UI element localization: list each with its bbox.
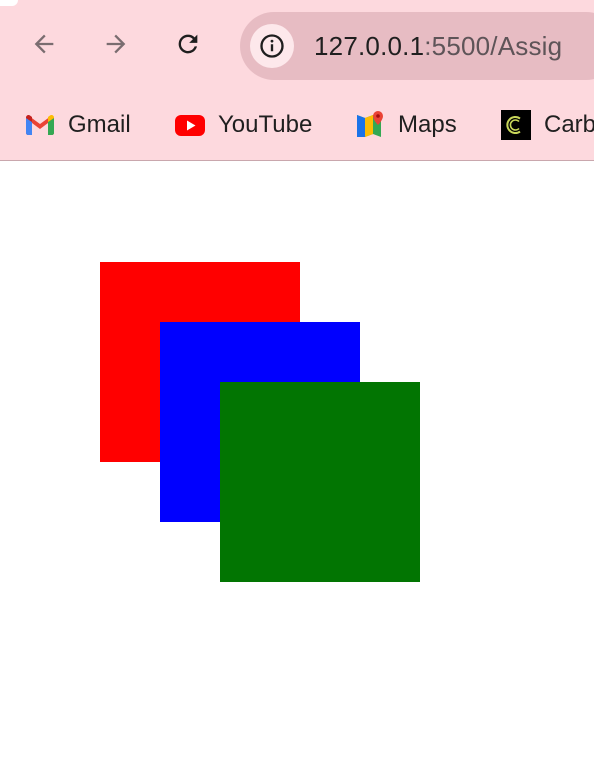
youtube-icon — [174, 109, 206, 141]
address-bar[interactable]: 127.0.0.1:5500/Assig — [240, 12, 594, 80]
url-path: :5500/Assig — [424, 31, 563, 61]
bookmark-label: YouTube — [218, 111, 313, 138]
bookmarks-bar: Gmail YouTube Maps Carb — [0, 100, 594, 150]
bookmark-youtube[interactable]: YouTube — [174, 100, 312, 150]
forward-button[interactable] — [94, 22, 138, 66]
carbon-icon — [500, 109, 532, 141]
bookmark-label: Gmail — [68, 111, 131, 138]
arrow-left-icon — [34, 34, 54, 54]
bookmark-label: Maps — [398, 111, 457, 138]
maps-icon — [354, 109, 386, 141]
reload-button[interactable] — [166, 22, 210, 66]
gmail-icon — [24, 109, 56, 141]
info-icon — [260, 34, 284, 58]
bookmark-maps[interactable]: Maps — [354, 100, 457, 150]
tab-corner — [0, 0, 18, 6]
browser-toolbar: 127.0.0.1:5500/Assig Gmail YouTube Maps … — [0, 0, 594, 161]
reload-icon — [178, 34, 198, 54]
page-content — [0, 162, 594, 784]
url-text[interactable]: 127.0.0.1:5500/Assig — [314, 31, 562, 62]
bookmark-gmail[interactable]: Gmail — [24, 100, 131, 150]
bookmark-label: Carb — [544, 111, 594, 138]
url-host: 127.0.0.1 — [314, 31, 425, 61]
green-square — [220, 382, 420, 582]
back-button[interactable] — [22, 22, 66, 66]
bookmark-carbon[interactable]: Carb — [500, 100, 594, 150]
site-info-button[interactable] — [250, 24, 294, 68]
arrow-right-icon — [106, 34, 126, 54]
